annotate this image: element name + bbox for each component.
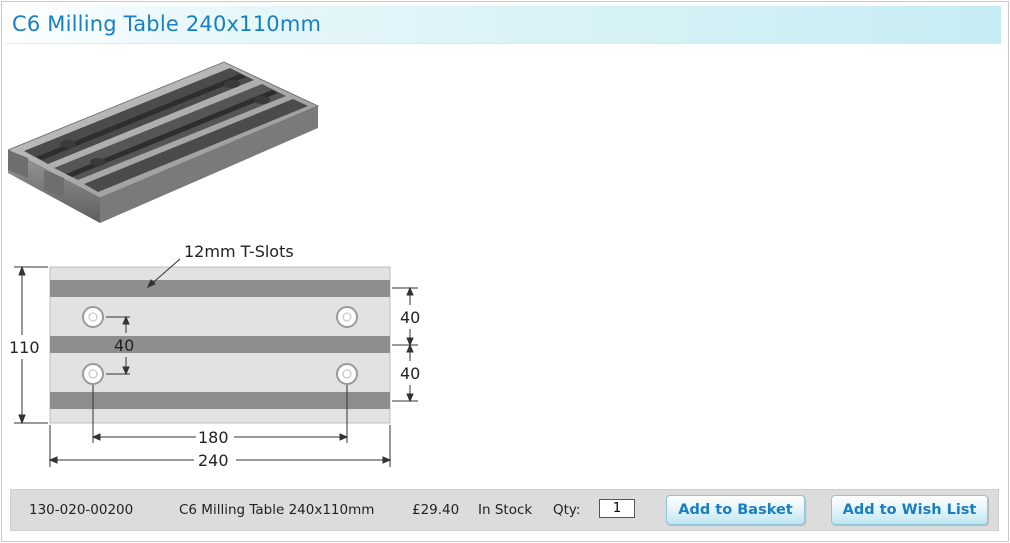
dimension-drawing: 12mm T-Slots 110 40 40 40 180 240 [9,242,420,470]
dim-hole-length-label: 180 [198,428,229,447]
dim-total-length-label: 240 [198,451,229,470]
dim-inner-spacing-label: 40 [114,336,134,355]
product-name: C6 Milling Table 240x110mm [179,502,375,518]
product-photo [8,61,320,223]
dim-height-label: 110 [9,338,40,357]
dim-right-bottom-label: 40 [400,364,420,383]
page-title: C6 Milling Table 240x110mm [12,12,322,36]
tslot-label: 12mm T-Slots [184,242,294,261]
title-bar: C6 Milling Table 240x110mm [5,6,1001,44]
add-to-wishlist-button[interactable]: Add to Wish List [831,495,988,525]
product-price: £29.40 [412,502,460,518]
quantity-input[interactable] [599,499,635,518]
qty-label: Qty: [553,502,581,518]
product-row: 130-020-00200 C6 Milling Table 240x110mm… [10,489,999,531]
dim-right-top-label: 40 [400,308,420,327]
add-to-basket-button[interactable]: Add to Basket [666,495,805,525]
stock-status: In Stock [478,502,533,518]
product-code: 130-020-00200 [29,502,134,518]
